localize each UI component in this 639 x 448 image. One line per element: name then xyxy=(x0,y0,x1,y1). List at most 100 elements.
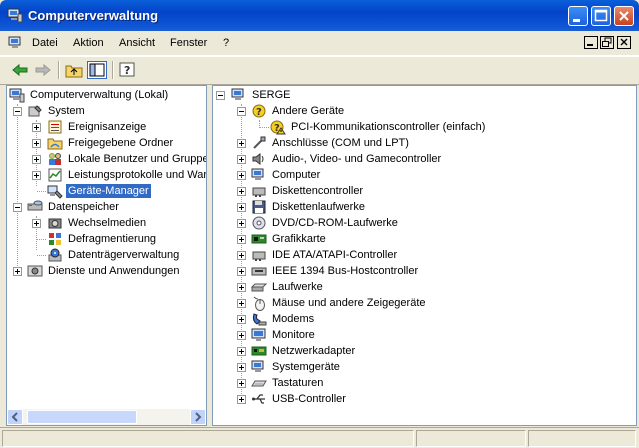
tree-label: SERGE xyxy=(252,89,291,101)
minimize-button[interactable] xyxy=(568,6,588,26)
window-title: Computerverwaltung xyxy=(28,8,159,23)
tree-label: Diskettencontroller xyxy=(272,185,364,197)
tree-label: Modems xyxy=(272,313,315,325)
computer-icon xyxy=(231,88,244,100)
forward-arrow-icon[interactable] xyxy=(33,61,53,79)
collapse-root-toggle[interactable] xyxy=(216,91,225,100)
system-menu-icon[interactable] xyxy=(8,35,24,51)
computer-icon xyxy=(251,168,264,180)
expand-toggle[interactable] xyxy=(237,331,246,340)
expand-toggle[interactable] xyxy=(32,155,41,164)
services-icon xyxy=(27,265,43,277)
console-tree-pane[interactable]: Computerverwaltung (Lokal) System Ereign… xyxy=(6,85,207,426)
expand-toggle[interactable] xyxy=(32,219,41,228)
up-folder-icon[interactable] xyxy=(64,61,84,79)
status-cell xyxy=(528,430,636,447)
tree-label: PCI-Kommunikationscontroller (einfach) xyxy=(291,121,486,133)
menu-ansicht[interactable]: Ansicht xyxy=(119,37,155,49)
system-device-icon xyxy=(251,360,264,372)
speaker-icon xyxy=(252,153,264,165)
expand-toggle[interactable] xyxy=(237,379,246,388)
maximize-button[interactable] xyxy=(591,6,611,26)
expand-toggle[interactable] xyxy=(237,139,246,148)
close-button[interactable] xyxy=(614,6,634,26)
event-viewer-icon xyxy=(48,120,62,134)
help-icon[interactable]: ? xyxy=(118,61,138,79)
expand-services-toggle[interactable] xyxy=(13,267,22,276)
hard-disk-icon xyxy=(251,283,267,292)
scroll-right-button[interactable] xyxy=(190,409,206,425)
tree-label: System xyxy=(48,105,85,117)
tree-label: Datenspeicher xyxy=(48,201,119,213)
tree-label: Wechselmedien xyxy=(68,217,147,229)
tree-label: DVD/CD-ROM-Laufwerke xyxy=(272,217,398,229)
performance-logs-icon xyxy=(48,168,62,182)
expand-toggle[interactable] xyxy=(237,315,246,324)
expand-toggle[interactable] xyxy=(237,171,246,180)
tree-label: Ereignisanzeige xyxy=(68,121,147,133)
warning-device-icon: ? xyxy=(270,120,286,135)
computer-management-window: Computerverwaltung Datei Aktion Ansicht … xyxy=(0,0,639,448)
expand-toggle[interactable] xyxy=(237,395,246,404)
tree-label: Laufwerke xyxy=(272,281,323,293)
expand-toggle[interactable] xyxy=(237,267,246,276)
tree-line xyxy=(260,127,269,128)
keyboard-icon xyxy=(251,380,267,387)
tree-label: Lokale Benutzer und Gruppen xyxy=(68,153,207,165)
child-restore-button[interactable] xyxy=(600,36,614,49)
users-group-icon xyxy=(49,153,61,165)
collapse-other-devices-toggle[interactable] xyxy=(237,107,246,116)
expand-toggle[interactable] xyxy=(237,347,246,356)
tree-label: Datenträgerverwaltung xyxy=(68,249,180,261)
expand-toggle[interactable] xyxy=(32,123,41,132)
back-arrow-icon[interactable] xyxy=(10,61,30,79)
expand-toggle[interactable] xyxy=(237,155,246,164)
expand-toggle[interactable] xyxy=(237,219,246,228)
expand-toggle[interactable] xyxy=(32,171,41,180)
tree-line xyxy=(17,104,18,266)
status-bar xyxy=(0,427,639,448)
expand-toggle[interactable] xyxy=(237,363,246,372)
tree-line xyxy=(37,191,46,192)
menu-help[interactable]: ? xyxy=(223,37,229,49)
network-adapter-icon xyxy=(251,346,267,356)
expand-toggle[interactable] xyxy=(32,139,41,148)
storage-icon xyxy=(27,200,43,211)
scroll-left-button[interactable] xyxy=(7,409,23,425)
tree-label: Defragmentierung xyxy=(68,233,157,245)
scrollbar-thumb[interactable] xyxy=(27,410,137,424)
minimize-icon xyxy=(587,44,593,46)
cd-drive-icon xyxy=(252,216,266,230)
title-bar[interactable]: Computerverwaltung xyxy=(0,0,639,31)
chevron-left-icon xyxy=(11,412,18,422)
toolbar: ? xyxy=(0,56,639,85)
child-close-button[interactable] xyxy=(617,36,631,49)
tree-label: Mäuse und andere Zeigegeräte xyxy=(272,297,426,309)
expand-toggle[interactable] xyxy=(237,251,246,260)
tree-label: Audio-, Video- und Gamecontroller xyxy=(272,153,442,165)
controller-icon xyxy=(252,251,266,261)
device-manager-icon xyxy=(47,185,63,199)
child-minimize-button[interactable] xyxy=(584,36,598,49)
expand-toggle[interactable] xyxy=(237,299,246,308)
expand-toggle[interactable] xyxy=(237,235,246,244)
tree-label: IEEE 1394 Bus-Hostcontroller xyxy=(272,265,419,277)
svg-text:?: ? xyxy=(124,64,130,77)
shared-folder-icon xyxy=(47,138,63,150)
expand-toggle[interactable] xyxy=(237,283,246,292)
firewire-icon xyxy=(251,267,267,276)
tree-label: Anschlüsse (COM und LPT) xyxy=(272,137,409,149)
expand-toggle[interactable] xyxy=(237,187,246,196)
tree-label: Systemgeräte xyxy=(272,361,340,373)
mouse-icon xyxy=(253,296,265,311)
controller-icon xyxy=(252,187,266,197)
menu-datei[interactable]: Datei xyxy=(32,37,58,49)
collapse-system-toggle[interactable] xyxy=(13,107,22,116)
device-tree-pane[interactable]: SERGE ? Andere Geräte ? PCI-Kommunikatio… xyxy=(212,85,637,426)
collapse-storage-toggle[interactable] xyxy=(13,203,22,212)
menu-aktion[interactable]: Aktion xyxy=(73,37,104,49)
expand-toggle[interactable] xyxy=(237,203,246,212)
show-hide-tree-button[interactable] xyxy=(87,61,107,79)
horizontal-scrollbar[interactable] xyxy=(7,409,206,425)
menu-fenster[interactable]: Fenster xyxy=(170,37,207,49)
